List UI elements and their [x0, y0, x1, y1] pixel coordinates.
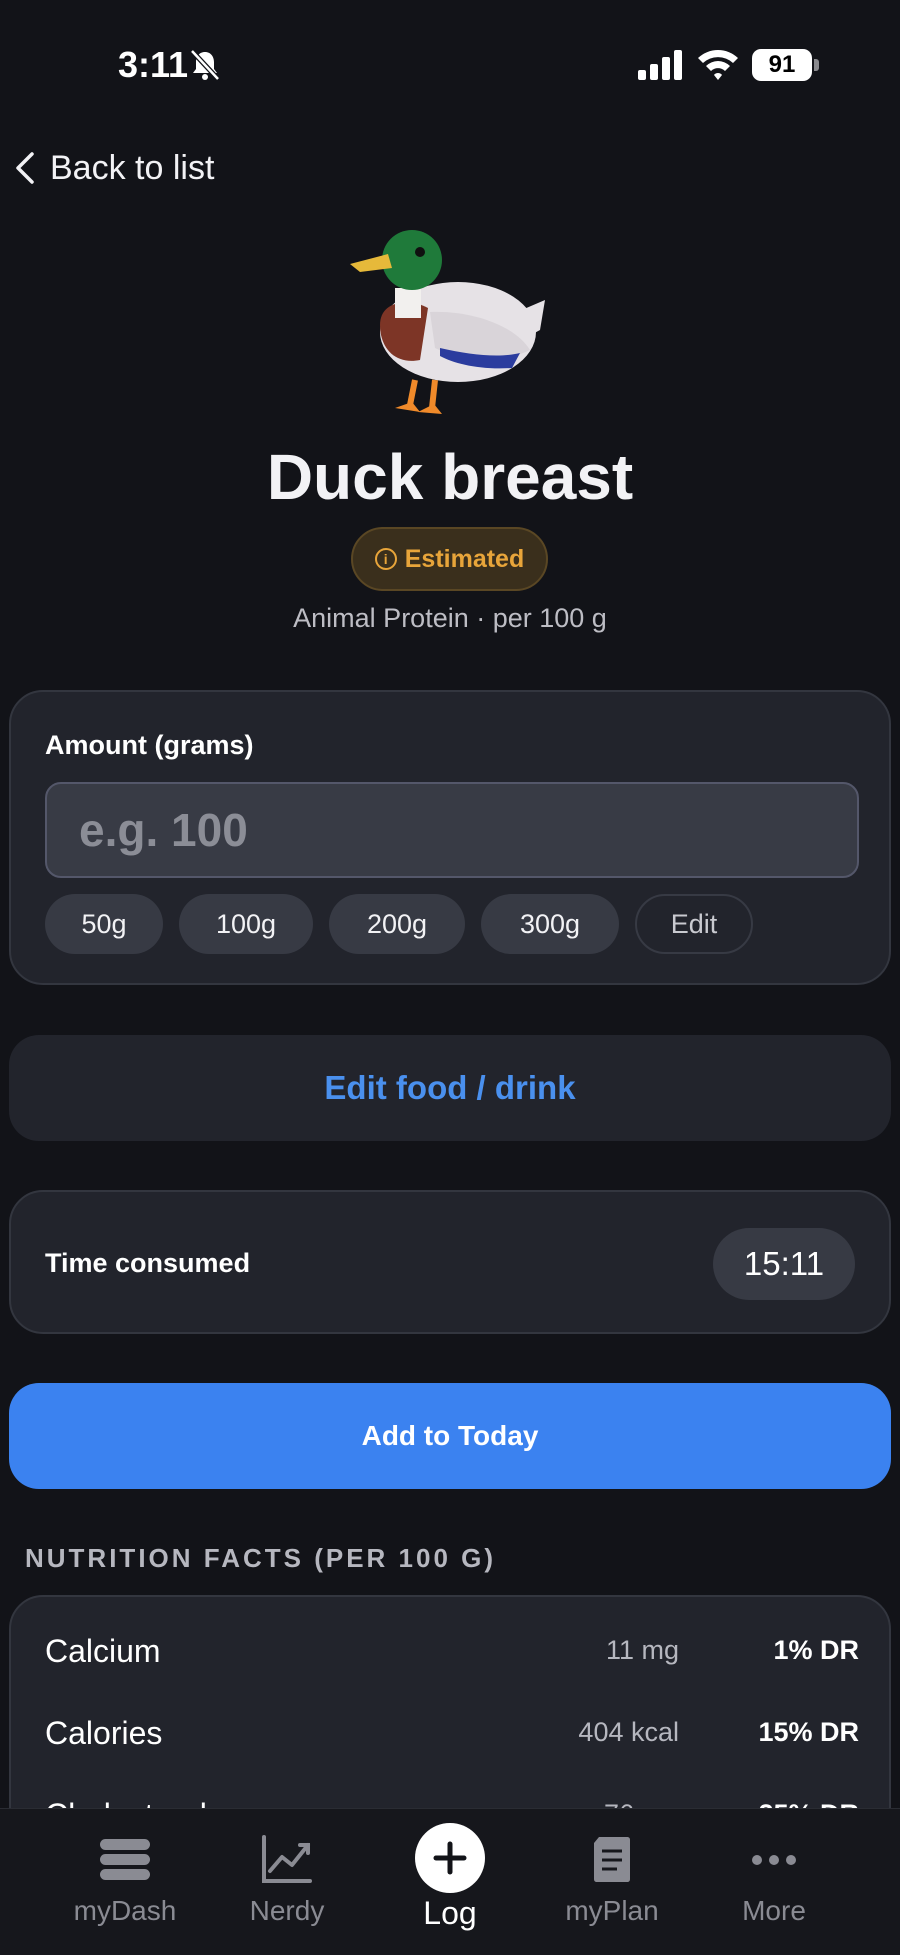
time-consumed-label: Time consumed — [45, 1248, 251, 1278]
tab-label: myPlan — [565, 1895, 659, 1926]
signal-icon — [638, 50, 682, 80]
estimated-badge: i Estimated — [351, 527, 548, 591]
chart-icon — [262, 1835, 312, 1883]
document-icon — [594, 1837, 630, 1882]
nutrient-dr: 15% DR — [758, 1717, 859, 1747]
tab-label: More — [742, 1895, 806, 1926]
battery-indicator: 91 — [752, 49, 812, 81]
battery-tip — [814, 59, 819, 71]
info-icon: i — [374, 548, 397, 570]
back-label: Back to list — [50, 148, 215, 187]
nutrient-dr: 1% DR — [773, 1635, 859, 1665]
ellipsis-icon — [752, 1855, 796, 1865]
tab-label: myDash — [73, 1895, 177, 1926]
add-to-today-button[interactable]: Add to Today — [9, 1383, 891, 1489]
amount-presets: 50g 100g 200g 300g Edit — [45, 894, 753, 954]
nutrient-amount: 11 mg — [605, 1635, 679, 1665]
tab-myplan[interactable]: myPlan — [537, 1809, 687, 1955]
bell-slash-icon — [190, 49, 220, 81]
amount-label: Amount (grams) — [45, 730, 254, 760]
status-time: 3:11 — [118, 44, 189, 85]
amount-card: Amount (grams) 50g 100g 200g 300g Edit — [9, 690, 891, 985]
tab-label: Log — [423, 1895, 477, 1931]
edit-presets-button[interactable]: Edit — [635, 894, 753, 954]
tab-nerdy[interactable]: Nerdy — [212, 1809, 362, 1955]
nutrient-amount: 404 kcal — [578, 1717, 679, 1747]
back-to-list-link[interactable]: Back to list — [12, 140, 214, 196]
stack-icon — [100, 1839, 150, 1880]
edit-food-button[interactable]: Edit food / drink — [9, 1035, 891, 1141]
status-bar: 3:11 91 — [0, 0, 900, 130]
estimated-label: Estimated — [404, 544, 525, 573]
food-subtitle: Animal Protein · per 100 g — [293, 603, 607, 633]
amount-input[interactable] — [45, 782, 859, 878]
time-consumed-card: Time consumed 15:11 — [9, 1190, 891, 1334]
plus-icon — [415, 1823, 485, 1893]
preset-50g-button[interactable]: 50g — [45, 894, 163, 954]
tab-bar: myDash Nerdy Log myPlan More — [0, 1808, 900, 1955]
wifi-icon — [698, 50, 738, 80]
nutrition-header: NUTRITION FACTS (PER 100 G) — [25, 1543, 497, 1573]
time-picker[interactable]: 15:11 — [713, 1228, 855, 1300]
nutrient-name: Calories — [45, 1715, 163, 1751]
tab-more[interactable]: More — [699, 1809, 849, 1955]
preset-300g-button[interactable]: 300g — [481, 894, 619, 954]
nutrition-row: Calories 404 kcal 15% DR — [11, 1693, 893, 1775]
nutrition-row: Calcium 11 mg 1% DR — [11, 1611, 893, 1693]
chevron-left-icon — [16, 152, 34, 184]
tab-log[interactable]: Log — [375, 1809, 525, 1955]
nutrient-name: Calcium — [45, 1633, 161, 1669]
preset-200g-button[interactable]: 200g — [329, 894, 465, 954]
tab-mydash[interactable]: myDash — [50, 1809, 200, 1955]
preset-100g-button[interactable]: 100g — [179, 894, 313, 954]
tab-label: Nerdy — [249, 1895, 325, 1926]
food-title: Duck breast — [266, 441, 634, 513]
duck-icon — [350, 230, 545, 414]
